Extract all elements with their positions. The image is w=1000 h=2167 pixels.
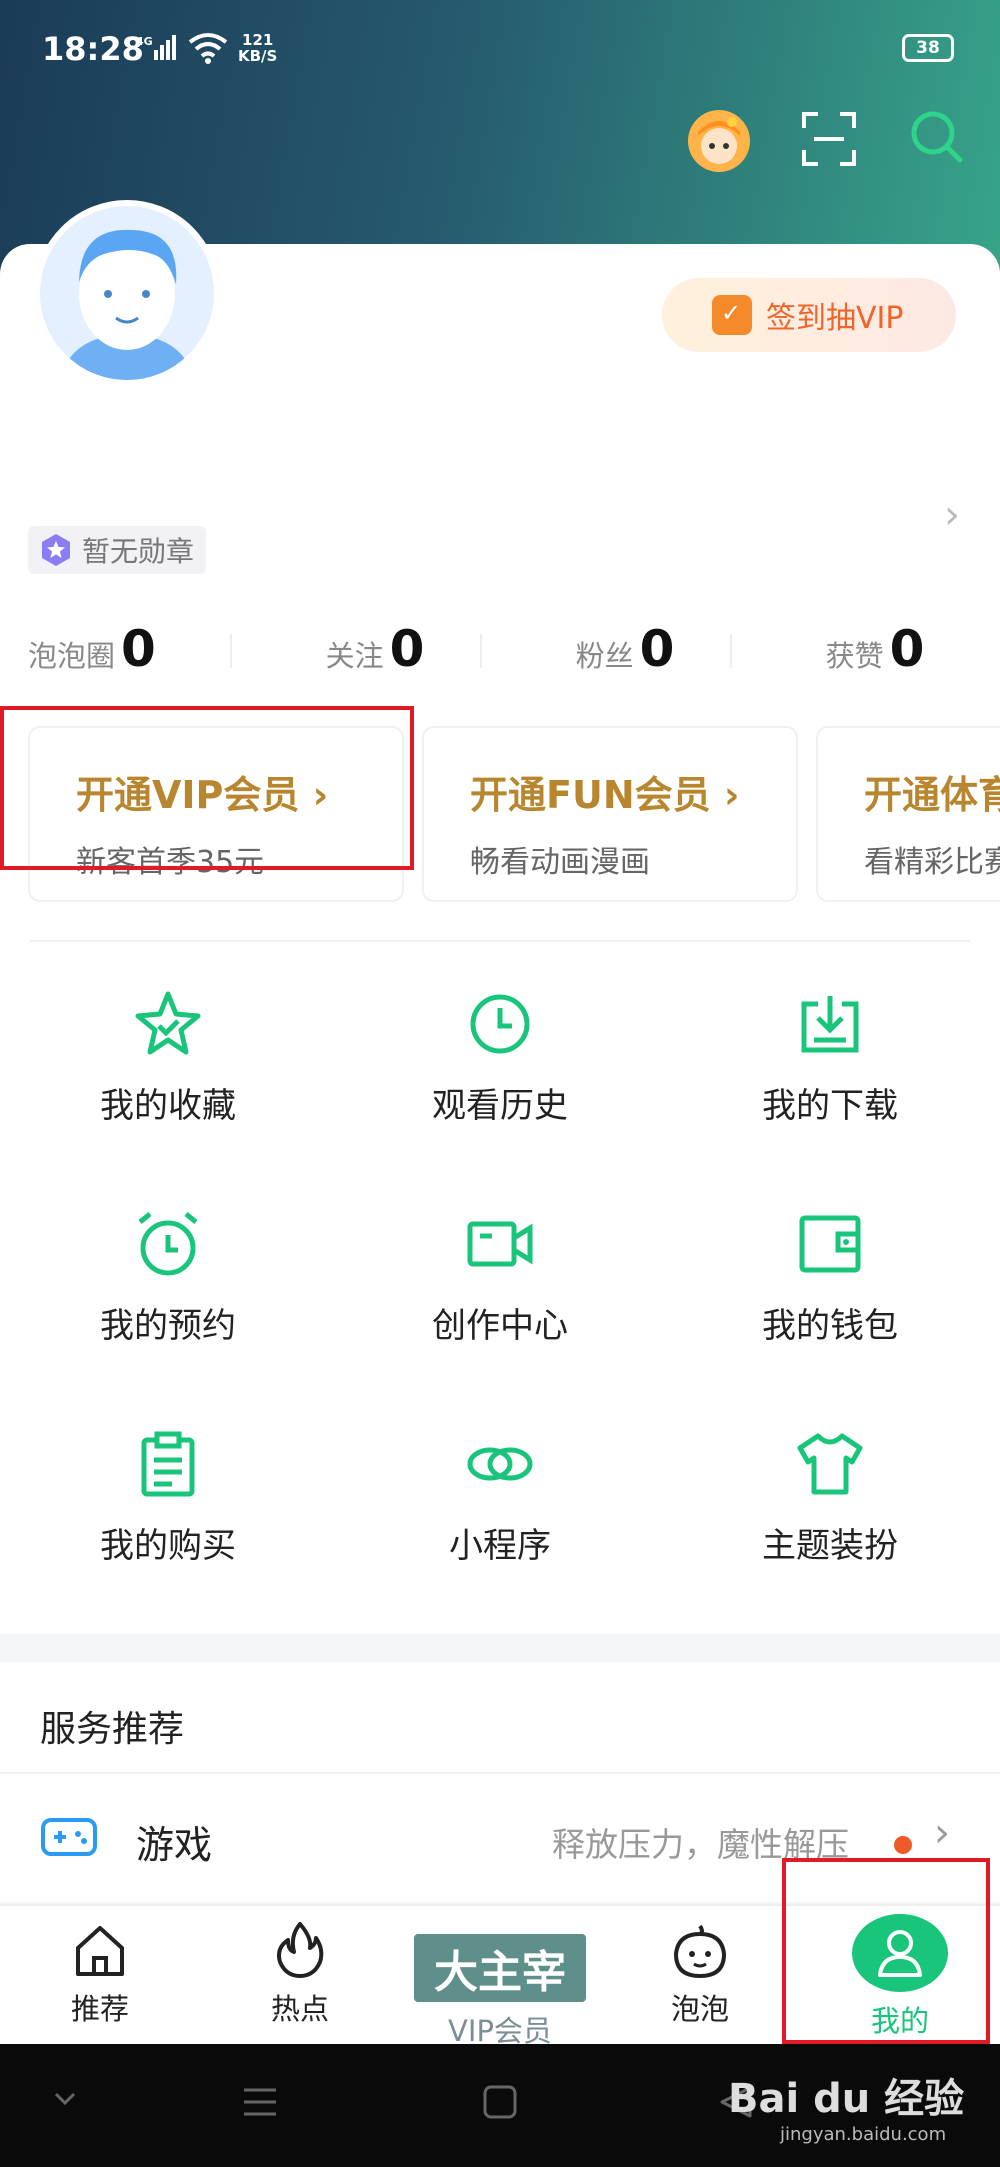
- star-icon: [135, 991, 201, 1055]
- chevron-right-icon[interactable]: ›: [944, 492, 960, 538]
- battery-indicator: 38: [902, 34, 954, 62]
- scan-icon[interactable]: [800, 110, 858, 168]
- services-title: 服务推荐: [40, 1709, 185, 1750]
- network-speed: 121 KB/S: [238, 32, 277, 64]
- home-icon: [76, 1926, 124, 1976]
- chevron-right-icon: ›: [934, 1810, 950, 1856]
- grid-item-label: 小程序: [449, 1526, 551, 1566]
- medal-star-icon: [42, 534, 70, 566]
- highlight-box-me: [782, 1858, 990, 2044]
- nav-tab-vip[interactable]: 大主宰 VIP会员: [400, 1920, 600, 2048]
- grid-item-label: 我的预约: [100, 1306, 236, 1346]
- nav-label: 推荐: [70, 1992, 129, 2026]
- alarm-clock-icon: [138, 1212, 198, 1276]
- stat-likes[interactable]: 获赞 0: [730, 620, 1000, 686]
- bubble-face-icon: [673, 1924, 727, 1979]
- grid-item-label: 我的钱包: [762, 1306, 898, 1346]
- grid-item-mini-programs[interactable]: 小程序: [335, 1428, 665, 1608]
- notification-dot: [894, 1836, 912, 1854]
- nav-tab-bubble[interactable]: 泡泡: [600, 1920, 800, 2040]
- clipboard-icon: [141, 1431, 195, 1497]
- avatar[interactable]: [34, 200, 220, 386]
- stat-following[interactable]: 关注 0: [230, 620, 500, 686]
- grid-item-label: 主题装扮: [762, 1526, 898, 1566]
- watermark-logo: Bai du 经验: [728, 2076, 965, 2122]
- stat-value: 0: [389, 620, 425, 678]
- video-camera-icon: [467, 1221, 533, 1267]
- member-card-subtitle: 看精彩比赛: [864, 845, 1000, 880]
- grid-item-history[interactable]: 观看历史: [335, 988, 665, 1168]
- stat-value: 0: [121, 620, 156, 678]
- status-time: 18:28: [42, 30, 144, 68]
- tshirt-icon: [797, 1433, 863, 1495]
- grid-item-favorites[interactable]: 我的收藏: [3, 988, 333, 1168]
- member-card-subtitle: 畅看动画漫画: [470, 845, 650, 880]
- highlight-box-vip: [0, 706, 414, 870]
- speed-unit: KB/S: [238, 47, 278, 65]
- nav-tab-hot[interactable]: 热点: [200, 1920, 400, 2040]
- grid-item-creator-center[interactable]: 创作中心: [335, 1208, 665, 1388]
- grid-item-reservations[interactable]: 我的预约: [3, 1208, 333, 1388]
- sports-member-card[interactable]: 开通体育 看精彩比赛: [816, 726, 1000, 902]
- mascot-avatar-icon[interactable]: [688, 110, 750, 172]
- wifi-icon: [188, 33, 228, 64]
- flame-icon: [277, 1922, 324, 1978]
- divider: [30, 940, 970, 942]
- clock-icon: [470, 994, 530, 1054]
- calendar-check-icon: [712, 295, 752, 335]
- stats-row: 泡泡圈 0 关注 0 粉丝 0 获赞 0: [0, 620, 1000, 686]
- menu-icon[interactable]: [242, 2084, 278, 2120]
- member-card-title: 开通体育: [864, 773, 1000, 817]
- gamepad-icon: [41, 1818, 97, 1856]
- medal-label: 暂无勋章: [82, 535, 195, 568]
- section-separator: [0, 1634, 1000, 1662]
- grid-item-themes[interactable]: 主题装扮: [665, 1428, 995, 1608]
- grid-item-wallet[interactable]: 我的钱包: [665, 1208, 995, 1388]
- cellular-signal-icon: 4G: [136, 35, 176, 60]
- download-icon: [801, 996, 859, 1053]
- stat-label: 泡泡圈: [28, 639, 116, 673]
- stat-fans[interactable]: 粉丝 0: [480, 620, 750, 686]
- grid-item-label: 观看历史: [432, 1086, 568, 1126]
- chevron-down-icon[interactable]: [50, 2084, 80, 2114]
- grid-item-downloads[interactable]: 我的下载: [665, 988, 995, 1168]
- grid-item-purchases[interactable]: 我的购买: [3, 1428, 333, 1608]
- wallet-icon: [799, 1215, 861, 1273]
- member-card-title: 开通FUN会员 ›: [470, 773, 740, 817]
- fun-member-card[interactable]: 开通FUN会员 › 畅看动画漫画: [422, 726, 798, 902]
- stat-label: 获赞: [825, 639, 884, 673]
- nav-label: 泡泡: [670, 1992, 729, 2026]
- stat-value: 0: [889, 620, 925, 678]
- grid-item-label: 我的购买: [100, 1526, 236, 1566]
- medal-badge[interactable]: 暂无勋章: [28, 526, 207, 574]
- nav-tab-recommend[interactable]: 推荐: [0, 1920, 200, 2040]
- profile-card: [0, 244, 1000, 1634]
- stat-label: 关注: [325, 639, 384, 673]
- status-bar: 18:28 4G 121 KB/S 38: [0, 0, 1000, 100]
- vip-promo-badge: 大主宰: [414, 1934, 586, 2002]
- signin-vip-button[interactable]: 签到抽VIP: [662, 278, 956, 352]
- watermark-url: jingyan.baidu.com: [780, 2124, 947, 2145]
- search-icon[interactable]: [908, 108, 966, 166]
- grid-item-label: 创作中心: [432, 1306, 568, 1346]
- grid-item-label: 我的收藏: [100, 1086, 236, 1126]
- nav-label: 热点: [270, 1992, 329, 2026]
- link-icon: [467, 1447, 533, 1481]
- signin-label: 签到抽VIP: [766, 301, 904, 336]
- service-name: 游戏: [136, 1823, 213, 1867]
- network-type: 4G: [136, 35, 153, 48]
- home-button-icon[interactable]: [482, 2084, 518, 2120]
- grid-item-label: 我的下载: [762, 1086, 898, 1126]
- stat-label: 粉丝: [575, 639, 634, 673]
- stat-bubble-circle[interactable]: 泡泡圈 0: [0, 620, 250, 686]
- stat-value: 0: [639, 620, 675, 678]
- speed-value: 121: [242, 31, 274, 49]
